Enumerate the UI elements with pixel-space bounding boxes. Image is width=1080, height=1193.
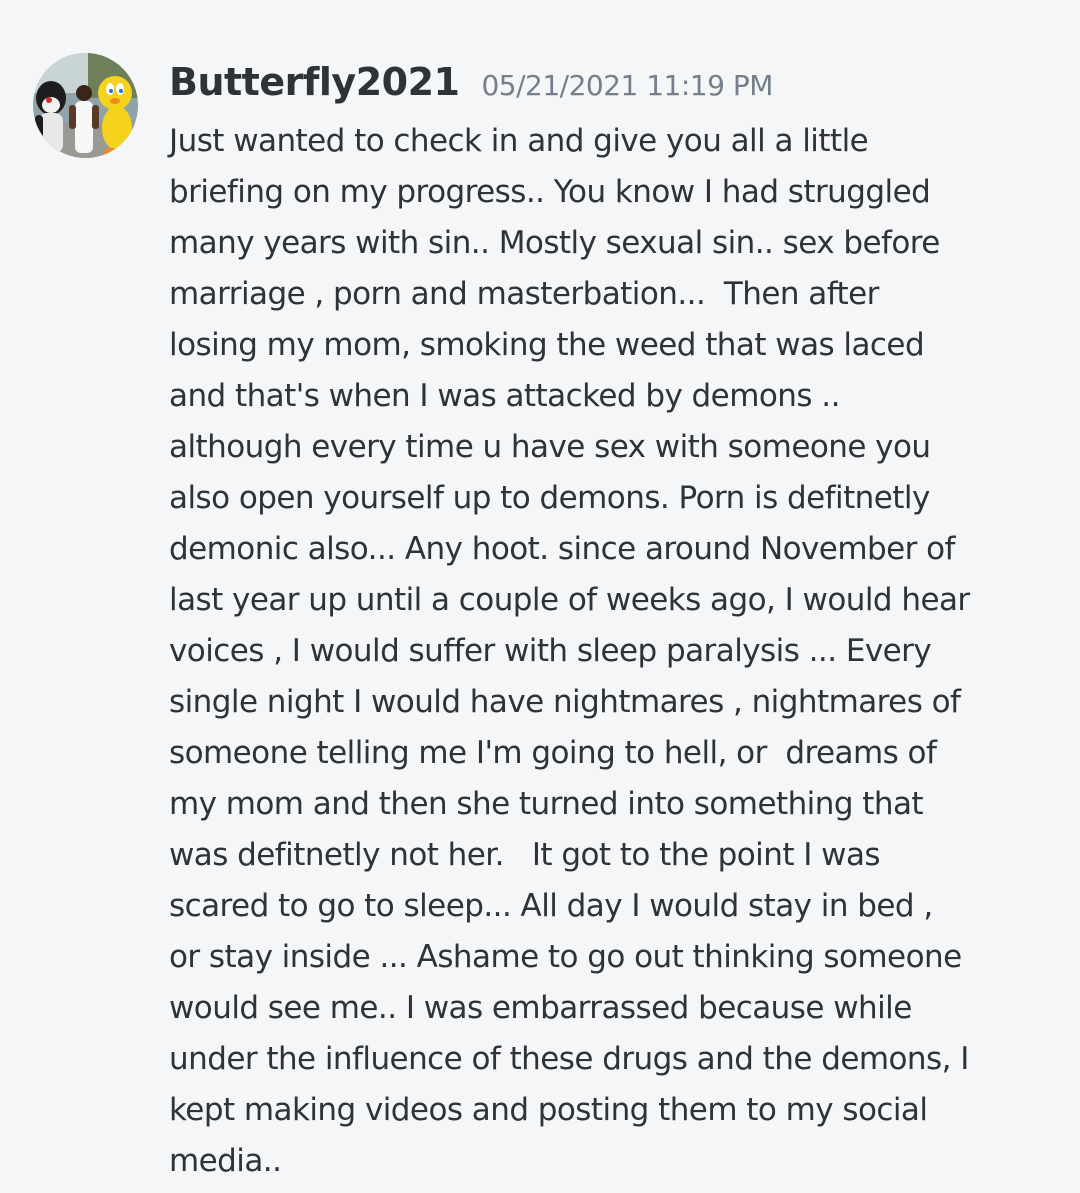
message-line: someone telling me I'm going to hell, or… bbox=[169, 735, 937, 771]
message-line: although every time u have sex with some… bbox=[169, 429, 931, 465]
message-line: my mom and then she turned into somethin… bbox=[169, 786, 924, 822]
chat-message: Butterfly2021 05/21/2021 11:19 PM Just w… bbox=[0, 0, 1080, 1193]
message-line: under the influence of these drugs and t… bbox=[169, 1041, 969, 1077]
message-line: single night I would have nightmares , n… bbox=[169, 684, 961, 720]
message-header: Butterfly2021 05/21/2021 11:19 PM bbox=[169, 60, 773, 116]
message-line: would see me.. I was embarrassed because… bbox=[169, 990, 912, 1026]
avatar-photo-icon bbox=[33, 53, 138, 158]
message-line: losing my mom, smoking the weed that was… bbox=[169, 327, 925, 363]
user-avatar[interactable] bbox=[33, 53, 138, 158]
message-line: demonic also... Any hoot. since around N… bbox=[169, 531, 955, 567]
message-content: Just wanted to check in and give you all… bbox=[169, 116, 1059, 1187]
timestamp: 05/21/2021 11:19 PM bbox=[481, 69, 773, 102]
message-line: kept making videos and posting them to m… bbox=[169, 1092, 928, 1128]
message-line: briefing on my progress.. You know I had… bbox=[169, 174, 931, 210]
message-line: was defitnetly not her. It got to the po… bbox=[169, 837, 881, 873]
message-line: voices , I would suffer with sleep paral… bbox=[169, 633, 932, 669]
message-line: and that's when I was attacked by demons… bbox=[169, 378, 840, 414]
message-line: also open yourself up to demons. Porn is… bbox=[169, 480, 930, 516]
message-line: many years with sin.. Mostly sexual sin.… bbox=[169, 225, 940, 261]
username[interactable]: Butterfly2021 bbox=[169, 60, 460, 104]
message-line: or stay inside ... Ashame to go out thin… bbox=[169, 939, 962, 975]
message-line: Just wanted to check in and give you all… bbox=[169, 123, 869, 159]
message-line: marriage , porn and masterbation... Then… bbox=[169, 276, 879, 312]
message-line: scared to go to sleep... All day I would… bbox=[169, 888, 933, 924]
message-line: last year up until a couple of weeks ago… bbox=[169, 582, 970, 618]
message-line: media.. bbox=[169, 1143, 282, 1179]
